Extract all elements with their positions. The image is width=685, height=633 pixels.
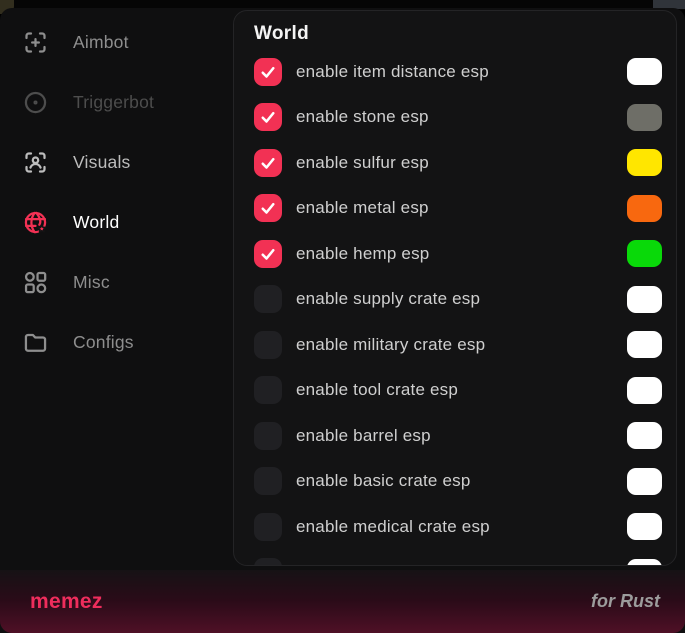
sidebar-item-configs[interactable]: Configs xyxy=(0,312,233,372)
setting-checkbox[interactable] xyxy=(254,194,282,222)
setting-row: enable supply crate esp xyxy=(254,277,662,323)
sidebar-item-label: Triggerbot xyxy=(73,92,154,113)
color-swatch[interactable] xyxy=(627,559,662,566)
globe-star-icon xyxy=(22,209,49,236)
setting-row: enable hemp esp xyxy=(254,231,662,277)
sidebar-item-label: World xyxy=(73,212,119,233)
setting-row: enable basic crate esp xyxy=(254,459,662,505)
setting-checkbox[interactable] xyxy=(254,331,282,359)
setting-label: enable barrel esp xyxy=(296,426,431,446)
circle-dot-icon xyxy=(22,89,49,116)
color-swatch[interactable] xyxy=(627,286,662,313)
check-icon xyxy=(259,199,277,217)
brand-name: memez xyxy=(30,590,103,614)
crosshair-scan-icon xyxy=(22,29,49,56)
user-scan-icon xyxy=(22,149,49,176)
panel-title: World xyxy=(254,22,662,46)
cheat-menu-window: Aimbot Triggerbot Visuals xyxy=(0,8,685,633)
color-swatch[interactable] xyxy=(627,377,662,404)
brand-suffix: for Rust xyxy=(591,591,660,612)
setting-checkbox[interactable] xyxy=(254,422,282,450)
color-swatch[interactable] xyxy=(627,331,662,358)
color-swatch[interactable] xyxy=(627,58,662,85)
folder-icon xyxy=(22,329,49,356)
setting-label: enable item distance esp xyxy=(296,62,489,82)
sidebar-item-label: Aimbot xyxy=(73,32,129,53)
setting-row: enable metal esp xyxy=(254,186,662,232)
world-settings-panel: World enable item distance esp enable st… xyxy=(233,10,677,566)
setting-label: enable metal esp xyxy=(296,198,429,218)
sidebar-item-label: Misc xyxy=(73,272,110,293)
setting-label: enable tool crate esp xyxy=(296,380,458,400)
check-icon xyxy=(259,108,277,126)
setting-row: enable item distance esp xyxy=(254,49,662,95)
setting-row: enable tool crate esp xyxy=(254,368,662,414)
sidebar-item-world[interactable]: World xyxy=(0,192,233,252)
setting-label: enable sulfur esp xyxy=(296,153,429,173)
color-swatch[interactable] xyxy=(627,468,662,495)
color-swatch[interactable] xyxy=(627,513,662,540)
sidebar-item-aimbot[interactable]: Aimbot xyxy=(0,12,233,72)
setting-row: enable military crate esp xyxy=(254,322,662,368)
setting-checkbox[interactable] xyxy=(254,558,282,566)
setting-checkbox[interactable] xyxy=(254,513,282,541)
setting-checkbox[interactable] xyxy=(254,58,282,86)
check-icon xyxy=(259,154,277,172)
setting-label: enable stone esp xyxy=(296,107,429,127)
setting-label: enable hemp esp xyxy=(296,244,429,264)
sidebar-item-visuals[interactable]: Visuals xyxy=(0,132,233,192)
sidebar-item-triggerbot[interactable]: Triggerbot xyxy=(0,72,233,132)
setting-checkbox[interactable] xyxy=(254,103,282,131)
sidebar-item-label: Configs xyxy=(73,332,134,353)
color-swatch[interactable] xyxy=(627,240,662,267)
sidebar-item-misc[interactable]: Misc xyxy=(0,252,233,312)
check-icon xyxy=(259,63,277,81)
setting-row: enable sulfur esp xyxy=(254,140,662,186)
color-swatch[interactable] xyxy=(627,422,662,449)
setting-label: enable supply crate esp xyxy=(296,289,480,309)
setting-checkbox[interactable] xyxy=(254,467,282,495)
color-swatch[interactable] xyxy=(627,104,662,131)
settings-list: enable item distance esp enable stone es… xyxy=(254,49,662,566)
color-swatch[interactable] xyxy=(627,195,662,222)
setting-label: enable military crate esp xyxy=(296,335,485,355)
setting-label: enable basic crate esp xyxy=(296,471,471,491)
grid-shapes-icon xyxy=(22,269,49,296)
sidebar-item-label: Visuals xyxy=(73,152,131,173)
setting-row xyxy=(254,550,662,567)
footer-bar: memez for Rust xyxy=(0,570,685,633)
color-swatch[interactable] xyxy=(627,149,662,176)
setting-label: enable medical crate esp xyxy=(296,517,490,537)
setting-row: enable stone esp xyxy=(254,95,662,141)
setting-row: enable medical crate esp xyxy=(254,504,662,550)
check-icon xyxy=(259,245,277,263)
setting-checkbox[interactable] xyxy=(254,240,282,268)
setting-checkbox[interactable] xyxy=(254,285,282,313)
setting-row: enable barrel esp xyxy=(254,413,662,459)
sidebar: Aimbot Triggerbot Visuals xyxy=(0,8,233,568)
setting-checkbox[interactable] xyxy=(254,376,282,404)
setting-checkbox[interactable] xyxy=(254,149,282,177)
